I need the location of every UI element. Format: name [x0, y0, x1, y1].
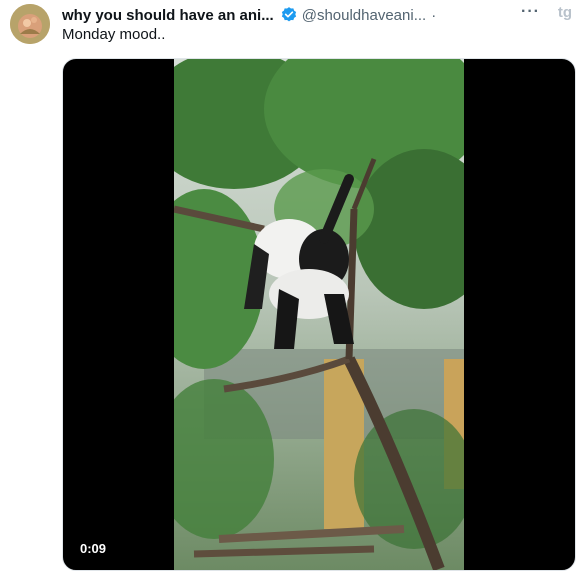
avatar-image: [10, 4, 50, 44]
tweet-header: why you should have an ani... @shouldhav…: [62, 4, 570, 26]
tweet-text: Monday mood..: [62, 26, 166, 43]
more-options-icon[interactable]: ···: [521, 3, 540, 21]
verified-badge-icon: [280, 6, 298, 24]
handle[interactable]: @shouldhaveani...: [302, 7, 426, 24]
avatar[interactable]: [10, 4, 50, 44]
video-frame-panda: [174, 59, 464, 570]
video-player[interactable]: 0:09: [62, 58, 576, 571]
display-name[interactable]: why you should have an ani...: [62, 7, 274, 24]
brand-logo: tg: [557, 4, 572, 21]
separator-dot: ·: [431, 6, 437, 24]
video-duration: 0:09: [74, 539, 113, 558]
tweet-card: why you should have an ani... @shouldhav…: [0, 0, 586, 579]
